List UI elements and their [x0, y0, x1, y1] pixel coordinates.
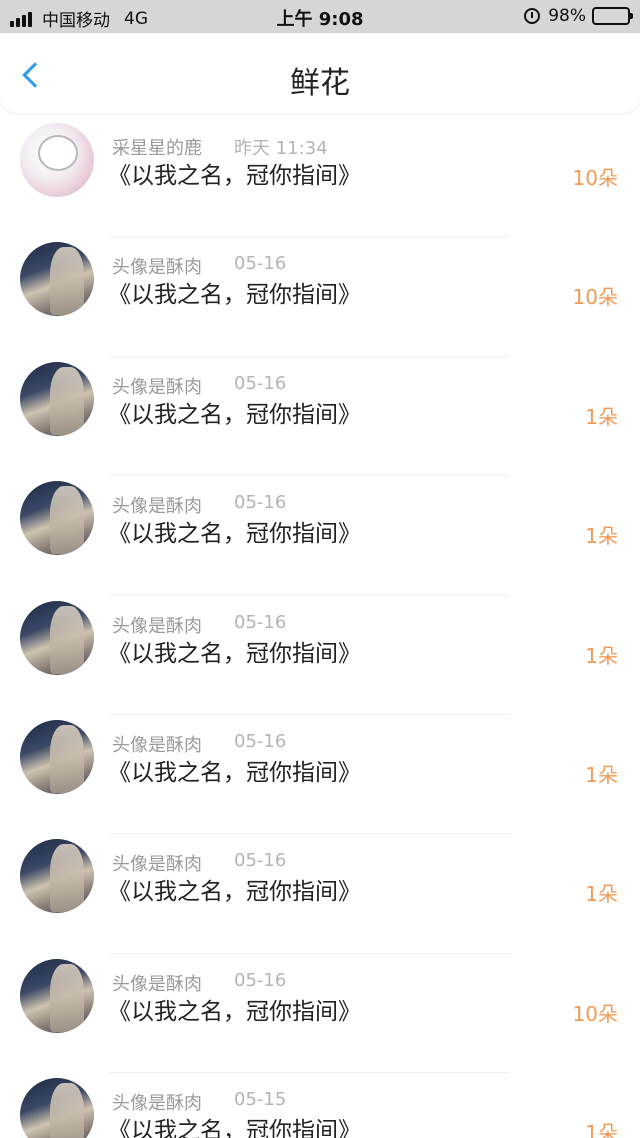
gift-content: 《以我之名，冠你指间》: [108, 879, 361, 906]
avatar[interactable]: [20, 719, 94, 794]
flower-count: 10朵: [572, 166, 618, 190]
gift-content: 《以我之名，冠你指间》: [108, 282, 361, 309]
flower-count: 1朵: [585, 762, 618, 787]
flower-list: 采星星的鹿 昨天 11:34 《以我之名，冠你指间》 10朵 头像是酥肉 05-16 《以我…: [0, 118, 640, 1138]
battery-percent: 98%: [548, 6, 586, 26]
flower-count: 1朵: [585, 404, 618, 429]
sent-time: 05-15: [234, 1089, 287, 1111]
list-item[interactable]: 头像是酥肉 05-16 《以我之名，冠你指间》 1朵: [0, 357, 640, 477]
avatar[interactable]: [20, 361, 94, 436]
sent-time: 05-16: [234, 730, 287, 752]
list-item[interactable]: 头像是酥肉 05-16 《以我之名，冠你指间》 1朵: [0, 715, 640, 835]
gift-content: 《以我之名，冠你指间》: [108, 759, 361, 786]
gift-content: 《以我之名，冠你指间》: [108, 401, 361, 428]
avatar[interactable]: [20, 958, 94, 1033]
list-item[interactable]: 头像是酥肉 05-16 《以我之名，冠你指间》 1朵: [0, 596, 640, 715]
flower-count: 1朵: [585, 524, 618, 549]
flower-count: 1朵: [585, 643, 618, 668]
avatar[interactable]: [20, 123, 94, 197]
avatar[interactable]: [20, 1078, 94, 1138]
nav-bar: 鲜花: [0, 33, 640, 113]
status-bar: 中国移动 4G 上午 9:08 98%: [0, 0, 640, 33]
list-item[interactable]: 头像是酥肉 05-15 《以我之名，冠你指间》 1朵: [0, 1073, 640, 1138]
list-item[interactable]: 头像是酥肉 05-16 《以我之名，冠你指间》 1朵: [0, 834, 640, 954]
list-item[interactable]: 头像是酥肉 05-16 《以我之名，冠你指间》 10朵: [0, 237, 640, 357]
flower-count: 10朵: [572, 285, 618, 310]
gift-content: 《以我之名，冠你指间》: [108, 163, 361, 189]
flower-count: 1朵: [585, 882, 618, 907]
flower-count: 10朵: [572, 1001, 618, 1026]
gift-content: 《以我之名，冠你指间》: [108, 1118, 361, 1138]
avatar[interactable]: [20, 600, 94, 675]
battery-icon: [592, 7, 633, 25]
sent-time: 05-16: [234, 611, 287, 633]
gift-content: 《以我之名，冠你指间》: [108, 640, 361, 667]
sent-time: 05-16: [234, 492, 287, 514]
sent-time: 05-16: [234, 372, 287, 394]
alarm-icon: [524, 8, 541, 24]
list-item[interactable]: 头像是酥肉 05-16 《以我之名，冠你指间》 1朵: [0, 476, 640, 596]
list-item[interactable]: 头像是酥肉 05-16 《以我之名，冠你指间》 10朵: [0, 954, 640, 1074]
avatar[interactable]: [20, 839, 94, 914]
avatar[interactable]: [20, 481, 94, 556]
sent-time: 05-16: [234, 850, 287, 872]
page-title: 鲜花: [290, 66, 350, 101]
status-right: 98%: [524, 6, 633, 26]
sent-time: 05-16: [234, 253, 287, 275]
gift-content: 《以我之名，冠你指间》: [108, 521, 361, 548]
avatar[interactable]: [20, 242, 94, 317]
gift-content: 《以我之名，冠你指间》: [108, 998, 361, 1025]
sent-time: 05-16: [234, 969, 287, 991]
list-item[interactable]: 采星星的鹿 昨天 11:34 《以我之名，冠你指间》 10朵: [0, 118, 640, 238]
flower-count: 1朵: [585, 1121, 618, 1138]
